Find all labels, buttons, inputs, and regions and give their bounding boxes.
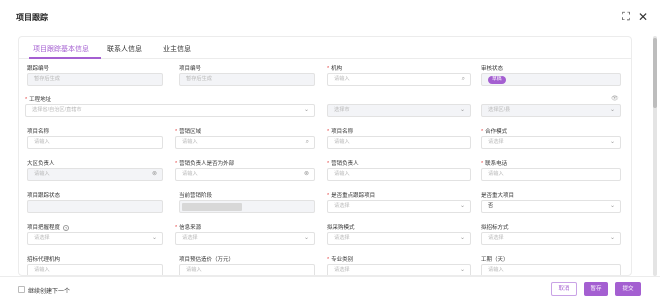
save-draft-button[interactable]: 暂存 xyxy=(584,282,608,296)
close-icon[interactable]: ✕ xyxy=(637,11,649,23)
difficulty-select[interactable]: 请选择 ⌄ xyxy=(27,232,163,245)
field-label: * 项目名称 xyxy=(327,129,354,135)
active-tab-indicator xyxy=(29,57,101,59)
purchase-mode-select[interactable]: 请选择 ⌄ xyxy=(327,232,471,245)
chevron-down-icon: ⌄ xyxy=(609,107,615,113)
current-stage-field xyxy=(179,200,315,213)
duration-input[interactable]: 请输入 xyxy=(481,264,621,275)
field-label: * 专业类别 xyxy=(327,257,354,263)
tracking-no-input: 暂存后生成 xyxy=(27,73,163,86)
province-select[interactable]: 选择省/自治区/直辖市 ⌄ xyxy=(25,104,315,117)
field-label: 项目预估造价（万元） xyxy=(179,257,235,263)
bid-agent-input[interactable]: 请输入 xyxy=(27,264,163,275)
field-label: 项目把握程度? xyxy=(27,224,70,231)
coop-mode-select[interactable]: 请选择 ⌄ xyxy=(481,136,621,149)
field-label: * 营销区域 xyxy=(175,129,202,135)
clear-icon[interactable]: ⊗ xyxy=(304,169,309,180)
fullscreen-icon[interactable]: ⛶ xyxy=(620,11,632,23)
info-source-select[interactable]: 请选择 ⌄ xyxy=(175,232,315,245)
major-project-select[interactable]: 否 ⌄ xyxy=(481,200,621,213)
chevron-down-icon: ⌄ xyxy=(609,139,615,145)
tracking-status-field xyxy=(27,200,163,213)
chevron-down-icon: ⌄ xyxy=(609,235,615,241)
tab-contacts[interactable]: 联系人信息 xyxy=(107,44,142,54)
continue-label[interactable]: 继续创建下一个 xyxy=(28,286,70,295)
tab-basic-info[interactable]: 项目跟踪基本信息 xyxy=(33,44,89,54)
field-label: 当前营销阶段 xyxy=(179,193,213,199)
project-no-input: 暂存后生成 xyxy=(179,73,315,86)
search-icon[interactable]: ⌕ xyxy=(306,137,309,148)
dialog-footer: 继续创建下一个 取消 暂存 提交 xyxy=(0,276,660,307)
dialog: 项目跟踪 ⛶ ✕ 项目跟踪基本信息 联系人信息 业主信息 跟踪编号 暂存后生成 … xyxy=(0,0,660,307)
status-badge: 草稿 xyxy=(488,76,506,84)
field-label: 项目名称 xyxy=(27,129,50,135)
sales-owner-external-input[interactable]: 请输入 ⊗ xyxy=(175,168,315,181)
dialog-title: 项目跟踪 xyxy=(16,13,48,22)
bid-mode-select[interactable]: 请选择 ⌄ xyxy=(481,232,621,245)
field-label: 审核状态 xyxy=(481,66,504,72)
field-label: 项目编号 xyxy=(179,66,202,72)
field-label: 拟采购模式 xyxy=(327,225,355,231)
field-label: 跟踪编号 xyxy=(27,66,50,72)
field-label: 是否重大项目 xyxy=(481,193,515,199)
redacted-block xyxy=(182,203,242,211)
org-input[interactable]: 请输入 ⌕ xyxy=(327,73,471,86)
approval-status-field: 草稿 xyxy=(481,73,621,86)
search-icon[interactable]: ⌕ xyxy=(462,74,465,85)
tab-owner-info[interactable]: 业主信息 xyxy=(163,44,191,54)
field-label: * 工程地址 xyxy=(25,97,52,103)
field-label: 拟招标方式 xyxy=(481,225,509,231)
category-select[interactable]: 请选择 ⌄ xyxy=(327,264,471,275)
tab-bar: 项目跟踪基本信息 联系人信息 业主信息 xyxy=(19,37,631,59)
field-label: 工期（天） xyxy=(481,257,509,263)
phone-input[interactable]: 请输入 xyxy=(481,168,621,181)
chevron-down-icon: ⌄ xyxy=(303,235,309,241)
field-label: 招标代理机构 xyxy=(27,257,61,263)
chevron-down-icon: ⌄ xyxy=(459,235,465,241)
project-name-input[interactable]: 请输入 xyxy=(27,136,163,149)
field-label: 大区负责人 xyxy=(27,161,55,167)
district-select[interactable]: 选择区/县 ⌄ xyxy=(481,104,621,117)
field-label: * 营销负责人 xyxy=(327,161,359,167)
city-select[interactable]: 选择市 ⌄ xyxy=(327,104,471,117)
continue-checkbox[interactable] xyxy=(18,286,25,293)
chevron-down-icon: ⌄ xyxy=(459,203,465,209)
sales-area-input[interactable]: 请输入 ⌕ xyxy=(175,136,315,149)
project-name2-input[interactable]: 请输入 xyxy=(327,136,471,149)
help-icon[interactable]: ? xyxy=(63,224,70,231)
field-label: * 合作模式 xyxy=(481,129,508,135)
chevron-down-icon: ⌄ xyxy=(151,235,157,241)
field-label: * 联系电话 xyxy=(481,161,508,167)
sales-owner-input[interactable]: 请输入 xyxy=(327,168,471,181)
cancel-button[interactable]: 取消 xyxy=(551,282,577,296)
chevron-down-icon: ⌄ xyxy=(303,107,309,113)
field-label: * 是否重点跟踪项目 xyxy=(327,193,376,199)
chevron-down-icon: ⌄ xyxy=(459,267,465,273)
chevron-down-icon: ⌄ xyxy=(459,107,465,113)
submit-button[interactable]: 提交 xyxy=(615,282,641,296)
field-label: * 营销负责人是否为外部 xyxy=(175,161,235,167)
eye-icon[interactable]: 👁 xyxy=(611,95,619,102)
field-label: 项目跟踪状态 xyxy=(27,193,61,199)
chevron-down-icon: ⌄ xyxy=(609,203,615,209)
estimated-price-input[interactable]: 请输入 xyxy=(179,264,315,275)
dialog-header: 项目跟踪 ⛶ ✕ xyxy=(0,0,660,36)
form-card: 项目跟踪基本信息 联系人信息 业主信息 跟踪编号 暂存后生成 项目编号 暂存后生… xyxy=(18,36,632,276)
region-head-input[interactable]: 请输入 ⊗ xyxy=(27,168,163,181)
field-label: * 信息来源 xyxy=(175,225,202,231)
field-label: * 机构 xyxy=(327,66,343,72)
key-tracking-select[interactable]: 请选择 ⌄ xyxy=(327,200,471,213)
clear-icon[interactable]: ⊗ xyxy=(152,169,157,180)
scrollbar-thumb[interactable] xyxy=(653,38,657,108)
